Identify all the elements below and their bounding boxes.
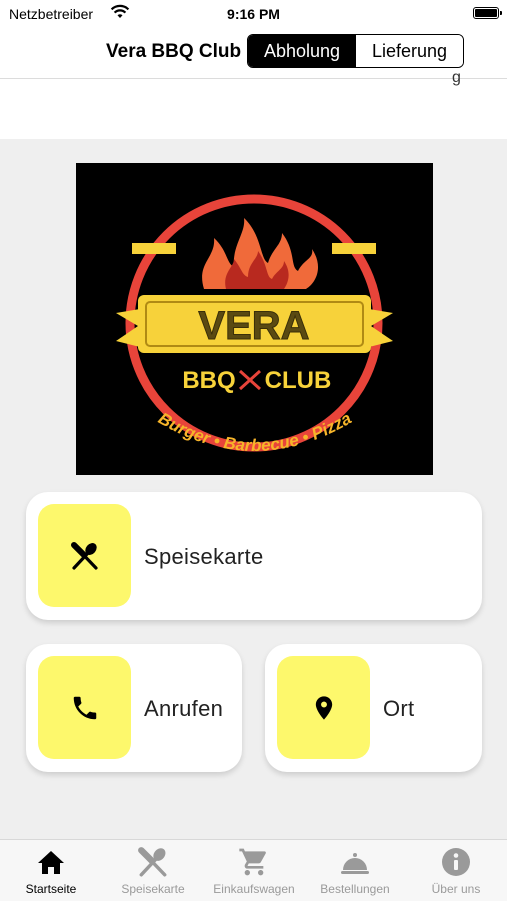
tab-orders[interactable]: Bestellungen <box>305 840 405 901</box>
battery-icon <box>473 7 502 19</box>
cut-off-glyph: g <box>452 69 461 86</box>
tab-home-label: Startseite <box>25 882 77 896</box>
menu-label: Speisekarte <box>144 544 264 569</box>
status-bar: Netzbetreiber 9:16 PM <box>0 0 507 28</box>
home-icon <box>38 851 64 874</box>
tab-cart[interactable]: Einkaufswagen <box>204 840 304 901</box>
header-strip: g <box>0 69 507 139</box>
restaurant-logo: VERA BBQ CLUB Burger • Barbecue • Pizza <box>76 163 433 475</box>
location-pin-icon <box>315 695 332 720</box>
svg-text:Burger • Barbecue • Pizza: Burger • Barbecue • Pizza <box>155 409 355 455</box>
navigation-bar: Vera BBQ Club Abholung Lieferung <box>0 28 507 79</box>
tab-home[interactable]: Startseite <box>1 840 101 901</box>
clock: 9:16 PM <box>227 6 280 22</box>
utensils-icon <box>138 847 167 877</box>
menu-card[interactable]: Speisekarte <box>26 492 482 620</box>
tab-bar: Startseite Speisekarte Einkaufswagen Bes… <box>0 839 507 901</box>
segment-pickup[interactable]: Abholung <box>248 35 356 67</box>
call-card[interactable]: Anrufen <box>26 644 242 772</box>
logo-sub-text: BBQ <box>182 367 235 394</box>
location-tile <box>277 656 370 759</box>
logo-graphic: VERA BBQ CLUB Burger • Barbecue • Pizza <box>116 194 393 455</box>
location-card[interactable]: Ort <box>265 644 482 772</box>
logo-name-text: VERA <box>198 304 309 348</box>
tab-about[interactable]: Über uns <box>406 840 506 901</box>
app-title: Vera BBQ Club <box>106 41 242 62</box>
cloche-icon <box>341 853 369 874</box>
logo-tagline: Burger • Barbecue • Pizza <box>155 409 355 455</box>
info-icon <box>442 848 470 876</box>
menu-tile <box>38 504 131 607</box>
tab-menu-label: Speisekarte <box>121 882 185 896</box>
tab-cart-label: Einkaufswagen <box>213 882 295 896</box>
utensils-icon <box>70 541 98 570</box>
cart-icon <box>239 848 266 876</box>
call-tile <box>38 656 131 759</box>
call-label: Anrufen <box>144 696 224 721</box>
tab-menu[interactable]: Speisekarte <box>103 840 203 901</box>
segment-delivery[interactable]: Lieferung <box>356 35 463 67</box>
logo-sub2-text: CLUB <box>265 367 332 394</box>
location-label: Ort <box>383 696 415 721</box>
tab-orders-label: Bestellungen <box>320 882 390 896</box>
tab-about-label: Über uns <box>431 882 481 896</box>
phone-icon <box>73 696 96 719</box>
order-type-segmented-control[interactable]: Abholung Lieferung <box>247 34 464 68</box>
